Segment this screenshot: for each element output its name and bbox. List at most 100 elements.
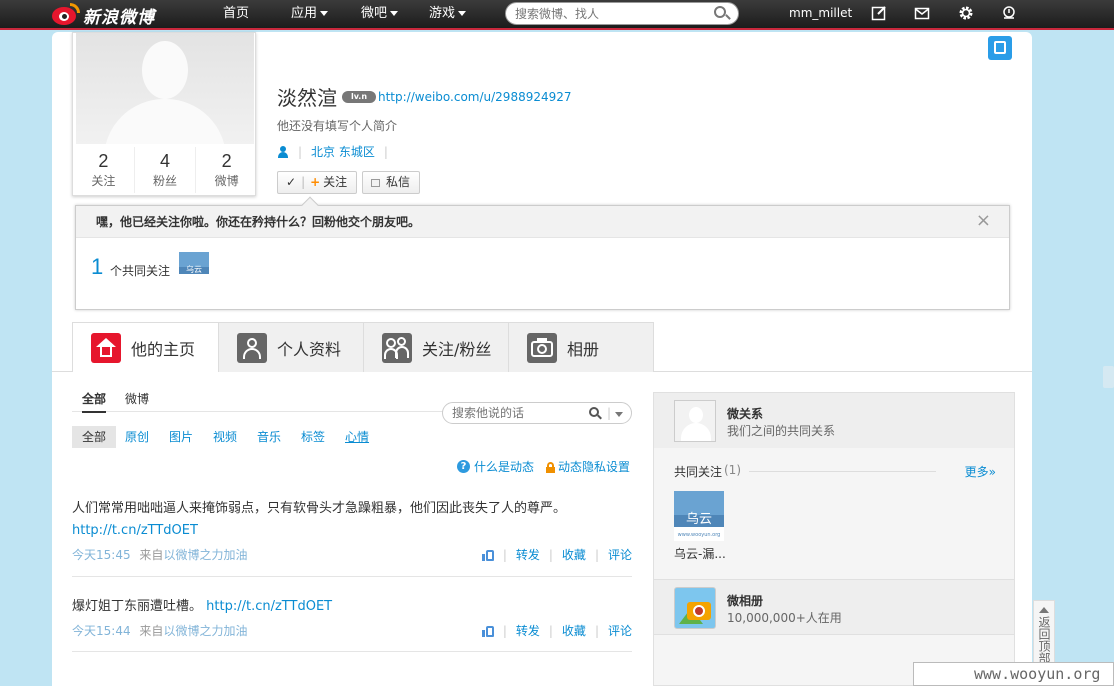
username-link[interactable]: mm_millet xyxy=(789,0,852,28)
tab-home[interactable]: 他的主页 xyxy=(72,322,220,373)
post-meta: 今天15:44 来自以微博之力加油 xyxy=(72,622,247,639)
filter-tags[interactable]: 标签 xyxy=(301,426,325,448)
post-body: 人们常常用咄咄逼人来掩饰弱点，只有软骨头才急躁粗暴，他们因此丧失了人的尊严。 xyxy=(72,501,567,516)
nav-games[interactable]: 游戏 xyxy=(429,0,467,28)
relation-section: 微关系 我们之间的共同关系 xyxy=(654,393,1014,448)
common-follow-count: (1) xyxy=(724,463,741,477)
search-icon[interactable] xyxy=(714,6,731,22)
avatar[interactable] xyxy=(674,400,716,442)
gear-icon[interactable] xyxy=(958,5,974,21)
mail-icon[interactable] xyxy=(914,5,930,21)
skin-settings-icon[interactable] xyxy=(988,36,1012,60)
chevron-down-icon[interactable] xyxy=(615,412,623,417)
close-icon[interactable]: × xyxy=(976,212,991,230)
album-title[interactable]: 微相册 xyxy=(727,592,763,609)
avatar[interactable] xyxy=(76,33,254,144)
nav-weiba[interactable]: 微吧 xyxy=(361,0,399,28)
chevron-down-icon xyxy=(320,11,329,16)
divider xyxy=(749,471,936,472)
tab-album[interactable]: 相册 xyxy=(508,322,654,372)
repost-button[interactable]: 转发 xyxy=(516,622,540,639)
what-is-feed-label: 什么是动态 xyxy=(474,460,535,474)
more-link[interactable]: 更多» xyxy=(965,463,996,480)
separator: | xyxy=(301,175,306,189)
what-is-feed-link[interactable]: ? 什么是动态 xyxy=(457,458,534,475)
post-time[interactable]: 今天15:45 xyxy=(72,548,131,562)
post-source[interactable]: 以微博之力加油 xyxy=(163,548,247,562)
post-source[interactable]: 以微博之力加油 xyxy=(163,624,247,638)
post-text: 爆灯姐丁东丽遭吐槽。 http://t.cn/zTTdOET xyxy=(72,596,632,618)
avatar-card: 2 关注 4 粉丝 2 微博 xyxy=(72,32,256,196)
bell-icon[interactable] xyxy=(1001,5,1017,21)
common-follow-count[interactable]: 1 xyxy=(91,254,103,280)
back-to-top-label: 返回顶部 xyxy=(1037,616,1051,664)
subtab-all[interactable]: 全部 xyxy=(82,390,107,413)
watermark: www.wooyun.org xyxy=(913,662,1114,686)
nav-apps[interactable]: 应用 xyxy=(291,0,329,28)
favorite-button[interactable]: 收藏 xyxy=(562,546,586,563)
level-badge[interactable]: lv.n xyxy=(342,91,376,103)
photo-album-icon[interactable] xyxy=(674,587,716,629)
stat-posts[interactable]: 2 微博 xyxy=(196,147,257,193)
profile-url[interactable]: http://weibo.com/u/2988924927 xyxy=(378,90,572,104)
feed-search: | xyxy=(442,402,632,424)
check-icon: ✓ xyxy=(286,175,297,189)
common-user-name[interactable]: 乌云-漏... xyxy=(674,545,726,562)
global-search xyxy=(505,2,739,25)
wuyun-avatar[interactable]: 乌云 www.wooyun.org xyxy=(674,491,724,541)
separator: | xyxy=(383,144,388,159)
stat-followers[interactable]: 4 粉丝 xyxy=(135,147,197,193)
global-search-input[interactable] xyxy=(515,3,705,24)
follow-button[interactable]: ✓ | + 关注 xyxy=(277,171,357,194)
profile-icon xyxy=(237,332,267,363)
arrow-up-icon xyxy=(1039,607,1049,613)
tab-profile[interactable]: 个人资料 xyxy=(218,322,364,372)
repost-button[interactable]: 转发 xyxy=(516,546,540,563)
relation-title[interactable]: 微关系 xyxy=(727,405,763,422)
filter-all[interactable]: 全部 xyxy=(72,426,117,448)
filter-music[interactable]: 音乐 xyxy=(257,426,281,448)
post-from-label: 来自 xyxy=(139,624,164,638)
search-icon[interactable] xyxy=(589,407,602,420)
tab-follow-label: 关注/粉丝 xyxy=(422,339,492,359)
message-button[interactable]: 私信 xyxy=(362,171,420,194)
filter-original[interactable]: 原创 xyxy=(125,426,149,448)
feed-search-input[interactable] xyxy=(452,403,592,423)
compose-icon[interactable] xyxy=(871,5,887,21)
location-text[interactable]: 北京 东城区 xyxy=(311,143,375,160)
subtab-weibo[interactable]: 微博 xyxy=(125,390,149,407)
comment-button[interactable]: 评论 xyxy=(608,546,632,563)
tab-follow[interactable]: 关注/粉丝 xyxy=(363,322,509,372)
wuyun-avatar-small[interactable]: 乌云 xyxy=(179,252,209,282)
nav-home-label: 首页 xyxy=(223,6,250,21)
follow-label: 关注 xyxy=(323,175,348,189)
stat-following[interactable]: 2 关注 xyxy=(73,147,135,193)
stat-posts-label: 微博 xyxy=(214,174,239,188)
home-icon xyxy=(91,333,121,363)
post-link[interactable]: http://t.cn/zTTdOET xyxy=(206,599,332,614)
favorite-button[interactable]: 收藏 xyxy=(562,622,586,639)
message-icon xyxy=(371,178,380,187)
feed-post: 人们常常用咄咄逼人来掩饰弱点，只有软骨头才急躁粗暴，他们因此丧失了人的尊严。 h… xyxy=(72,498,632,577)
feed-privacy-link[interactable]: 动态隐私设置 xyxy=(546,458,630,475)
wuyun-logo-text: 乌云 xyxy=(686,511,712,527)
stat-posts-value: 2 xyxy=(221,151,232,171)
post-from-label: 来自 xyxy=(139,548,164,562)
comment-button[interactable]: 评论 xyxy=(608,622,632,639)
separator: | xyxy=(548,547,553,562)
profile-tabs: 他的主页 个人资料 关注/粉丝 相册 xyxy=(52,322,1032,373)
filter-mood[interactable]: 心情 xyxy=(345,426,369,448)
filter-videos[interactable]: 视频 xyxy=(213,426,237,448)
weibo-logo[interactable]: 新浪微博 xyxy=(50,2,155,28)
like-icon[interactable] xyxy=(481,549,494,561)
scroll-handle[interactable] xyxy=(1103,366,1114,388)
post-time[interactable]: 今天15:44 xyxy=(72,624,131,638)
like-icon[interactable] xyxy=(481,625,494,637)
nav-home[interactable]: 首页 xyxy=(223,0,249,28)
top-nav: 新浪微博 首页 应用 微吧 游戏 mm_millet xyxy=(0,0,1114,30)
common-follow-header: 共同关注 (1) 更多» xyxy=(674,463,996,479)
post-link[interactable]: http://t.cn/zTTdOET xyxy=(72,523,198,538)
profile-page: 2 关注 4 粉丝 2 微博 淡然渲 lv.n http://weibo.com… xyxy=(52,32,1032,686)
profile-stats: 2 关注 4 粉丝 2 微博 xyxy=(73,147,257,193)
filter-images[interactable]: 图片 xyxy=(169,426,193,448)
